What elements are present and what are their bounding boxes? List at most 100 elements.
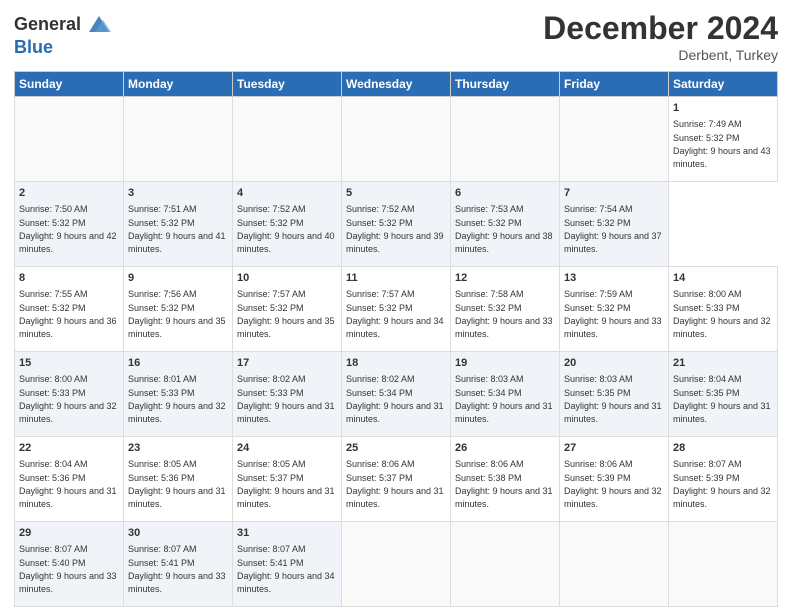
week-row-1: 1 Sunrise: 7:49 AMSunset: 5:32 PMDayligh… xyxy=(15,97,778,182)
day-number: 22 xyxy=(19,441,119,456)
calendar-cell xyxy=(560,97,669,182)
calendar-cell: 22 Sunrise: 8:04 AMSunset: 5:36 PMDaylig… xyxy=(15,437,124,522)
day-info: Sunrise: 8:04 AMSunset: 5:36 PMDaylight:… xyxy=(19,459,117,509)
day-info: Sunrise: 8:05 AMSunset: 5:37 PMDaylight:… xyxy=(237,459,335,509)
day-info: Sunrise: 7:52 AMSunset: 5:32 PMDaylight:… xyxy=(346,204,444,254)
day-info: Sunrise: 8:02 AMSunset: 5:34 PMDaylight:… xyxy=(346,374,444,424)
calendar-cell: 31 Sunrise: 8:07 AMSunset: 5:41 PMDaylig… xyxy=(233,522,342,607)
day-number: 4 xyxy=(237,186,337,201)
week-row-5: 22 Sunrise: 8:04 AMSunset: 5:36 PMDaylig… xyxy=(15,437,778,522)
calendar-cell: 23 Sunrise: 8:05 AMSunset: 5:36 PMDaylig… xyxy=(124,437,233,522)
day-number: 26 xyxy=(455,441,555,456)
calendar-cell xyxy=(451,97,560,182)
day-number: 29 xyxy=(19,526,119,541)
header-row: Sunday Monday Tuesday Wednesday Thursday… xyxy=(15,72,778,97)
day-info: Sunrise: 8:07 AMSunset: 5:40 PMDaylight:… xyxy=(19,544,117,594)
day-info: Sunrise: 8:01 AMSunset: 5:33 PMDaylight:… xyxy=(128,374,226,424)
calendar-cell: 7 Sunrise: 7:54 AMSunset: 5:32 PMDayligh… xyxy=(560,182,669,267)
calendar-cell xyxy=(233,97,342,182)
calendar-cell: 16 Sunrise: 8:01 AMSunset: 5:33 PMDaylig… xyxy=(124,352,233,437)
day-info: Sunrise: 7:52 AMSunset: 5:32 PMDaylight:… xyxy=(237,204,335,254)
month-title: December 2024 xyxy=(543,10,778,47)
calendar-cell xyxy=(15,97,124,182)
day-number: 20 xyxy=(564,356,664,371)
day-info: Sunrise: 8:06 AMSunset: 5:38 PMDaylight:… xyxy=(455,459,553,509)
day-number: 28 xyxy=(673,441,773,456)
day-number: 27 xyxy=(564,441,664,456)
day-info: Sunrise: 7:59 AMSunset: 5:32 PMDaylight:… xyxy=(564,289,662,339)
calendar-cell: 29 Sunrise: 8:07 AMSunset: 5:40 PMDaylig… xyxy=(15,522,124,607)
day-info: Sunrise: 8:07 AMSunset: 5:39 PMDaylight:… xyxy=(673,459,771,509)
title-area: December 2024 Derbent, Turkey xyxy=(543,10,778,63)
day-info: Sunrise: 7:49 AMSunset: 5:32 PMDaylight:… xyxy=(673,119,771,169)
calendar-cell: 15 Sunrise: 8:00 AMSunset: 5:33 PMDaylig… xyxy=(15,352,124,437)
calendar-cell: 27 Sunrise: 8:06 AMSunset: 5:39 PMDaylig… xyxy=(560,437,669,522)
day-info: Sunrise: 8:05 AMSunset: 5:36 PMDaylight:… xyxy=(128,459,226,509)
logo-text: General Blue xyxy=(14,10,113,56)
calendar-cell: 17 Sunrise: 8:02 AMSunset: 5:33 PMDaylig… xyxy=(233,352,342,437)
day-number: 13 xyxy=(564,271,664,286)
page: General Blue December 2024 Derbent, Turk… xyxy=(0,0,792,612)
calendar-cell: 14 Sunrise: 8:00 AMSunset: 5:33 PMDaylig… xyxy=(669,267,778,352)
day-number: 3 xyxy=(128,186,228,201)
day-info: Sunrise: 8:04 AMSunset: 5:35 PMDaylight:… xyxy=(673,374,771,424)
logo-area: General Blue xyxy=(14,10,113,56)
day-number: 24 xyxy=(237,441,337,456)
header-tuesday: Tuesday xyxy=(233,72,342,97)
calendar-cell: 5 Sunrise: 7:52 AMSunset: 5:32 PMDayligh… xyxy=(342,182,451,267)
header-saturday: Saturday xyxy=(669,72,778,97)
calendar-cell: 6 Sunrise: 7:53 AMSunset: 5:32 PMDayligh… xyxy=(451,182,560,267)
day-info: Sunrise: 7:53 AMSunset: 5:32 PMDaylight:… xyxy=(455,204,553,254)
day-info: Sunrise: 8:00 AMSunset: 5:33 PMDaylight:… xyxy=(19,374,117,424)
logo-icon xyxy=(85,10,113,38)
day-info: Sunrise: 7:58 AMSunset: 5:32 PMDaylight:… xyxy=(455,289,553,339)
day-number: 30 xyxy=(128,526,228,541)
day-number: 12 xyxy=(455,271,555,286)
logo-general: General xyxy=(14,15,81,33)
location: Derbent, Turkey xyxy=(543,47,778,63)
calendar-cell: 25 Sunrise: 8:06 AMSunset: 5:37 PMDaylig… xyxy=(342,437,451,522)
day-info: Sunrise: 7:57 AMSunset: 5:32 PMDaylight:… xyxy=(237,289,335,339)
day-number: 15 xyxy=(19,356,119,371)
calendar-cell: 11 Sunrise: 7:57 AMSunset: 5:32 PMDaylig… xyxy=(342,267,451,352)
day-number: 5 xyxy=(346,186,446,201)
calendar-cell xyxy=(342,97,451,182)
day-number: 19 xyxy=(455,356,555,371)
day-info: Sunrise: 8:06 AMSunset: 5:37 PMDaylight:… xyxy=(346,459,444,509)
calendar-cell: 28 Sunrise: 8:07 AMSunset: 5:39 PMDaylig… xyxy=(669,437,778,522)
day-number: 8 xyxy=(19,271,119,286)
calendar-cell xyxy=(560,522,669,607)
day-number: 11 xyxy=(346,271,446,286)
calendar-cell: 20 Sunrise: 8:03 AMSunset: 5:35 PMDaylig… xyxy=(560,352,669,437)
calendar-cell: 26 Sunrise: 8:06 AMSunset: 5:38 PMDaylig… xyxy=(451,437,560,522)
day-info: Sunrise: 8:07 AMSunset: 5:41 PMDaylight:… xyxy=(237,544,335,594)
day-number: 7 xyxy=(564,186,664,201)
header: General Blue December 2024 Derbent, Turk… xyxy=(14,10,778,63)
day-info: Sunrise: 8:02 AMSunset: 5:33 PMDaylight:… xyxy=(237,374,335,424)
day-info: Sunrise: 7:57 AMSunset: 5:32 PMDaylight:… xyxy=(346,289,444,339)
day-info: Sunrise: 8:07 AMSunset: 5:41 PMDaylight:… xyxy=(128,544,226,594)
header-sunday: Sunday xyxy=(15,72,124,97)
calendar-cell: 10 Sunrise: 7:57 AMSunset: 5:32 PMDaylig… xyxy=(233,267,342,352)
day-info: Sunrise: 7:54 AMSunset: 5:32 PMDaylight:… xyxy=(564,204,662,254)
calendar-cell: 30 Sunrise: 8:07 AMSunset: 5:41 PMDaylig… xyxy=(124,522,233,607)
week-row-6: 29 Sunrise: 8:07 AMSunset: 5:40 PMDaylig… xyxy=(15,522,778,607)
calendar-cell xyxy=(342,522,451,607)
day-info: Sunrise: 8:06 AMSunset: 5:39 PMDaylight:… xyxy=(564,459,662,509)
day-number: 18 xyxy=(346,356,446,371)
day-number: 31 xyxy=(237,526,337,541)
logo-blue: Blue xyxy=(14,38,113,56)
calendar-cell: 19 Sunrise: 8:03 AMSunset: 5:34 PMDaylig… xyxy=(451,352,560,437)
calendar-cell xyxy=(451,522,560,607)
day-info: Sunrise: 7:55 AMSunset: 5:32 PMDaylight:… xyxy=(19,289,117,339)
calendar-cell: 18 Sunrise: 8:02 AMSunset: 5:34 PMDaylig… xyxy=(342,352,451,437)
week-row-2: 2 Sunrise: 7:50 AMSunset: 5:32 PMDayligh… xyxy=(15,182,778,267)
day-info: Sunrise: 7:56 AMSunset: 5:32 PMDaylight:… xyxy=(128,289,226,339)
calendar-cell: 12 Sunrise: 7:58 AMSunset: 5:32 PMDaylig… xyxy=(451,267,560,352)
header-thursday: Thursday xyxy=(451,72,560,97)
calendar-cell: 24 Sunrise: 8:05 AMSunset: 5:37 PMDaylig… xyxy=(233,437,342,522)
calendar-table: Sunday Monday Tuesday Wednesday Thursday… xyxy=(14,71,778,607)
day-number: 2 xyxy=(19,186,119,201)
day-number: 9 xyxy=(128,271,228,286)
day-number: 17 xyxy=(237,356,337,371)
